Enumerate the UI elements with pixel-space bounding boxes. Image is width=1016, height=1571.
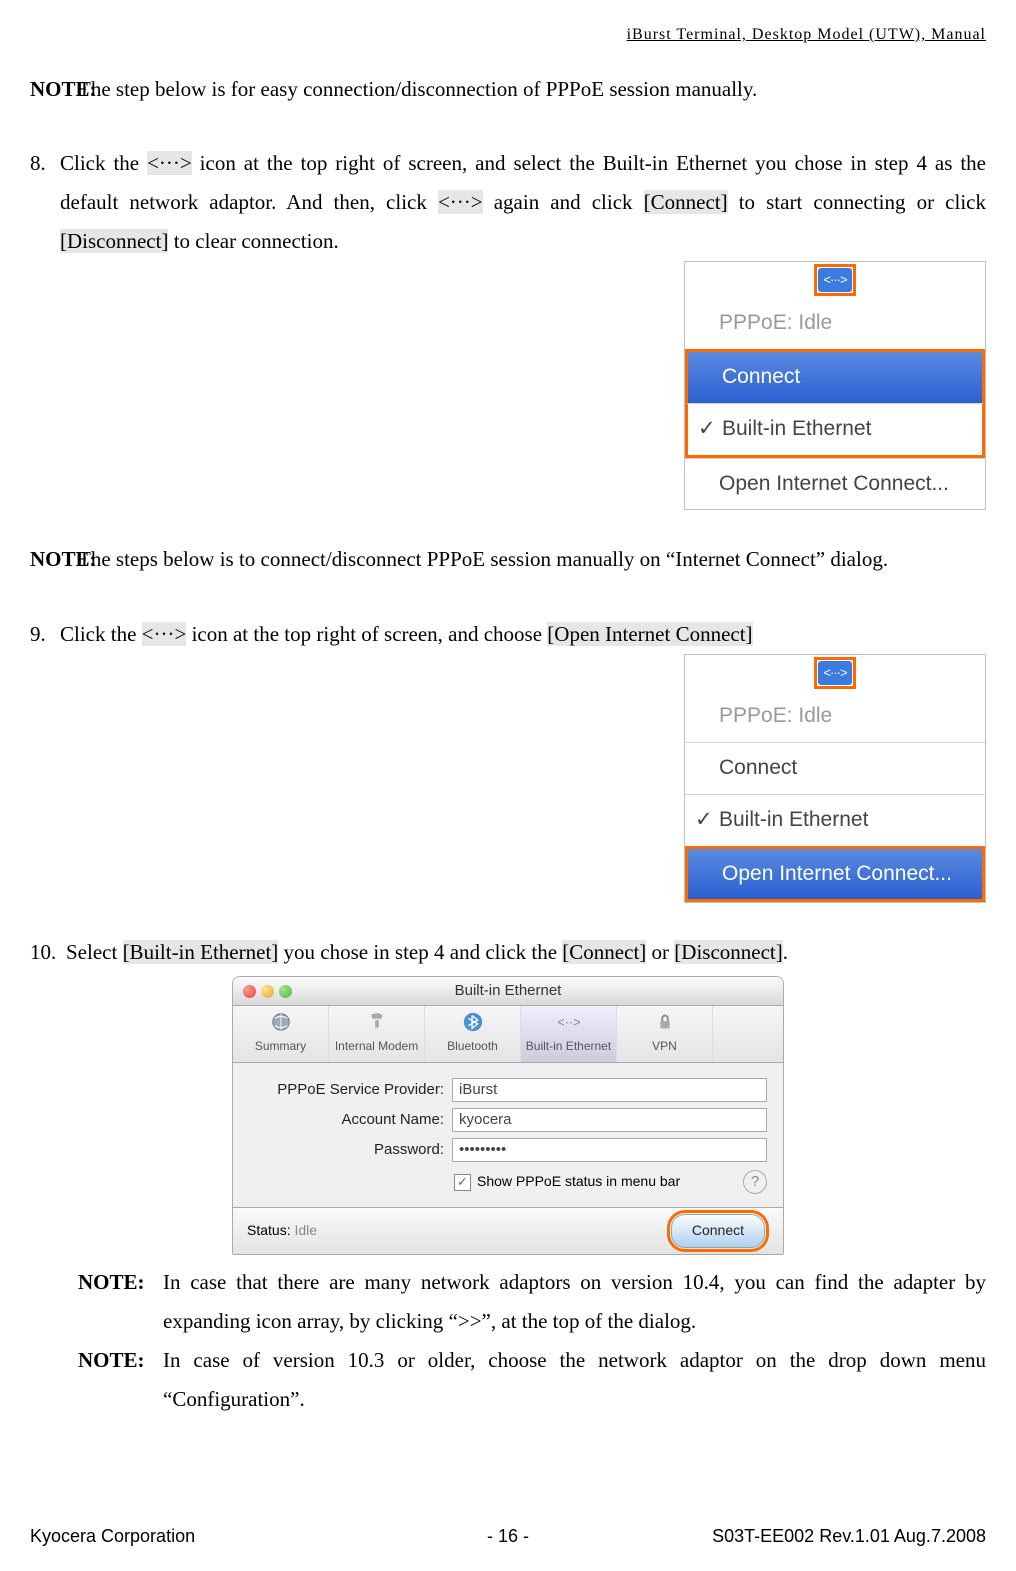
step-9-num: 9.	[30, 615, 60, 654]
note4-body: In case of version 10.3 or older, choose…	[163, 1341, 986, 1419]
note-label: NOTE:	[78, 1341, 163, 1419]
account-field[interactable]: kyocera	[452, 1108, 767, 1132]
hl-disconnect: [Disconnect]	[60, 229, 168, 253]
account-label: Account Name:	[249, 1106, 452, 1134]
menu-item-ethernet: Built-in Ethernet	[685, 794, 985, 846]
note-label: NOTE:	[78, 1263, 163, 1341]
connect-button[interactable]: Connect	[671, 1214, 765, 1248]
step-8-body: Click the <···> icon at the top right of…	[60, 144, 986, 261]
menu-item-idle: PPPoE: Idle	[685, 691, 985, 742]
step-10-body: Select [Built-in Ethernet] you chose in …	[66, 933, 986, 972]
password-field[interactable]: •••••••••	[452, 1138, 767, 1162]
menu-item-open-ic: Open Internet Connect...	[685, 846, 985, 903]
help-icon[interactable]: ?	[743, 1170, 767, 1194]
phone-icon	[366, 1011, 388, 1033]
tab-modem[interactable]: Internal Modem	[329, 1006, 425, 1062]
window-title: Built-in Ethernet	[233, 977, 783, 1005]
provider-label: PPPoE Service Provider:	[249, 1076, 452, 1104]
globe-icon	[270, 1011, 292, 1033]
menu-item-open-ic: Open Internet Connect...	[685, 458, 985, 510]
password-label: Password:	[249, 1136, 452, 1164]
tab-summary[interactable]: Summary	[233, 1006, 329, 1062]
menubar-pppoe-icon: <···>	[818, 268, 852, 292]
hl-icon: <···>	[438, 190, 483, 214]
menu-screenshot-1: <···> PPPoE: Idle Connect Built-in Ether…	[684, 261, 986, 510]
svg-text:<··>: <··>	[558, 1015, 580, 1030]
menubar-pppoe-icon: <···>	[818, 661, 852, 685]
menu-item-ethernet: Built-in Ethernet	[685, 403, 985, 458]
internet-connect-window: Built-in Ethernet Summary Internal Modem…	[232, 976, 784, 1255]
page-number: - 16 -	[30, 1520, 986, 1553]
hl-icon: <···>	[147, 151, 192, 175]
ethernet-icon: <··>	[558, 1011, 580, 1033]
tab-ethernet[interactable]: <··> Built-in Ethernet	[521, 1006, 617, 1062]
lock-icon	[654, 1011, 676, 1033]
show-status-label: Show PPPoE status in menu bar	[477, 1169, 680, 1195]
tab-vpn[interactable]: VPN	[617, 1006, 713, 1062]
hl-builtin: [Built-in Ethernet]	[123, 940, 279, 964]
note-label: NOTE:	[30, 540, 78, 579]
page-header: iBurst Terminal, Desktop Model (UTW), Ma…	[30, 20, 986, 50]
step-9-body: Click the <···> icon at the top right of…	[60, 615, 986, 654]
hl-connect: [Connect]	[562, 940, 646, 964]
note3-body: In case that there are many network adap…	[163, 1263, 986, 1341]
show-status-checkbox[interactable]: ✓	[454, 1174, 471, 1191]
status-label: Status:	[247, 1218, 291, 1244]
hl-disconnect: [Disconnect]	[674, 940, 782, 964]
note1-body: The step below is for easy connection/di…	[78, 70, 986, 109]
provider-field[interactable]: iBurst	[452, 1078, 767, 1102]
menu-item-idle: PPPoE: Idle	[685, 298, 985, 349]
note-label: NOTE:	[30, 70, 78, 109]
step-8-num: 8.	[30, 144, 60, 261]
hl-connect: [Connect]	[644, 190, 728, 214]
note2-body: The steps below is to connect/disconnect…	[78, 540, 986, 579]
step-10-num: 10.	[30, 933, 66, 972]
hl-icon: <···>	[142, 622, 187, 646]
tab-bluetooth[interactable]: Bluetooth	[425, 1006, 521, 1062]
menu-screenshot-2: <···> PPPoE: Idle Connect Built-in Ether…	[684, 654, 986, 903]
hl-open-ic: [Open Internet Connect]	[547, 622, 752, 646]
menu-item-connect: Connect	[685, 349, 985, 403]
bluetooth-icon	[462, 1011, 484, 1033]
status-value: Idle	[294, 1218, 317, 1244]
menu-item-connect: Connect	[685, 742, 985, 794]
